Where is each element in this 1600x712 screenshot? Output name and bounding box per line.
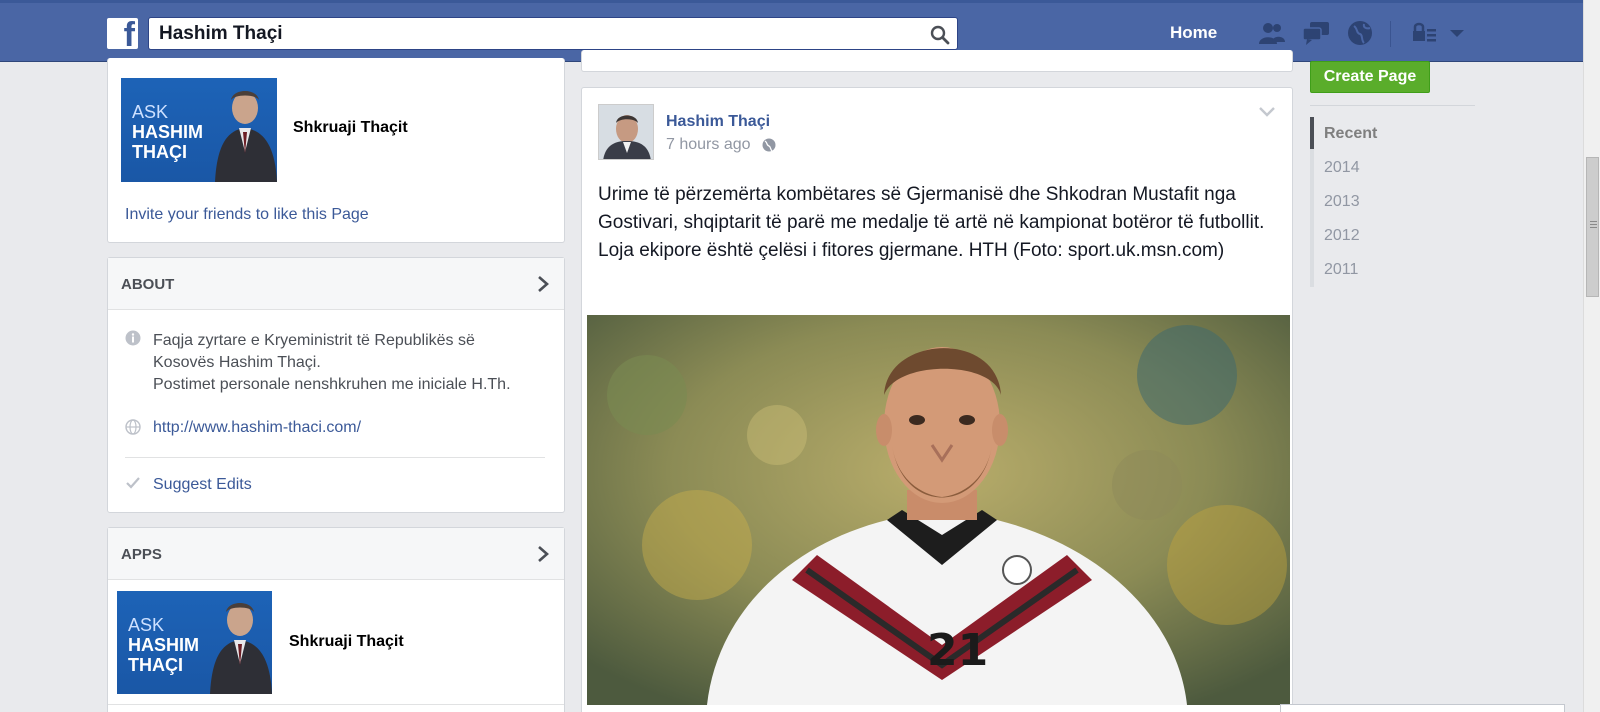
search-icon[interactable] xyxy=(930,25,950,45)
chevron-right-icon[interactable] xyxy=(536,544,550,564)
thumb-name-line2: THAÇI xyxy=(128,655,183,675)
about-header[interactable]: ABOUT xyxy=(108,258,564,310)
thumb-name-line1: HASHIM xyxy=(132,122,203,142)
checkmark-icon xyxy=(126,477,140,489)
apps-divider xyxy=(108,704,564,705)
thumb-name-line2: THAÇI xyxy=(132,142,187,162)
apps-header[interactable]: APPS xyxy=(108,528,564,580)
about-title: ABOUT xyxy=(121,276,175,293)
year-nav-2013[interactable]: 2013 xyxy=(1324,193,1360,211)
privacy-lock-icon[interactable] xyxy=(1410,20,1438,46)
post-photo[interactable]: 21 xyxy=(587,315,1290,705)
about-divider xyxy=(125,457,545,458)
chat-sidebar-edge[interactable] xyxy=(1280,704,1565,712)
post-timestamp[interactable]: 7 hours ago xyxy=(666,136,751,154)
active-year-marker xyxy=(1310,117,1314,149)
window-scrollbar[interactable] xyxy=(1583,0,1600,712)
friend-requests-icon[interactable] xyxy=(1258,20,1286,46)
app-name[interactable]: Shkruaji Thaçit xyxy=(289,633,404,651)
ask-hashim-thaci-thumbnail[interactable]: ASK HASHIM THAÇI xyxy=(121,78,277,182)
audience-globe-icon[interactable] xyxy=(762,138,776,152)
messages-icon[interactable] xyxy=(1302,20,1330,46)
apps-title: APPS xyxy=(121,546,162,563)
invite-friends-link[interactable]: Invite your friends to like this Page xyxy=(125,206,369,224)
website-link[interactable]: http://www.hashim-thaci.com/ xyxy=(153,419,361,437)
right-column-divider xyxy=(1310,105,1475,106)
nav-home-link[interactable]: Home xyxy=(1170,23,1217,43)
post-author-name[interactable]: Hashim Thaçi xyxy=(666,113,770,131)
post-message: Urime të përzemërta kombëtares së Gjerma… xyxy=(598,184,1265,261)
portrait-image xyxy=(215,91,277,182)
page-app-card: ASK HASHIM THAÇI Shkruaji Thaçit Invite … xyxy=(107,58,565,243)
thumb-ask-text: ASK xyxy=(128,615,165,635)
about-card: ABOUT Faqja zyrtare e Kryeministrit të R… xyxy=(107,257,565,513)
globe-icon xyxy=(125,419,141,435)
portrait-image xyxy=(210,603,272,694)
year-nav-2014[interactable]: 2014 xyxy=(1324,159,1360,177)
create-page-button[interactable]: Create Page xyxy=(1310,61,1430,93)
notifications-globe-icon[interactable] xyxy=(1346,20,1374,46)
info-icon xyxy=(125,330,141,346)
chevron-right-icon[interactable] xyxy=(536,274,550,294)
post-author-avatar[interactable] xyxy=(598,104,654,160)
search-bar[interactable]: Hashim Thaçi xyxy=(148,17,958,50)
suggest-edits-link[interactable]: Suggest Edits xyxy=(153,476,252,494)
ask-hashim-thaci-thumbnail[interactable]: ASK HASHIM THAÇI xyxy=(117,591,272,694)
shirt-number-text: 21 xyxy=(927,625,988,676)
previous-post-card xyxy=(581,50,1293,72)
search-input[interactable]: Hashim Thaçi xyxy=(159,23,283,45)
scrollbar-thumb[interactable] xyxy=(1586,157,1599,297)
football-player-photo: 21 xyxy=(587,315,1290,705)
thumb-name-line1: HASHIM xyxy=(128,635,199,655)
about-description-line: Kosovës Hashim Thaçi. xyxy=(153,354,321,371)
app-page-name[interactable]: Shkruaji Thaçit xyxy=(293,119,408,137)
apps-card: APPS ASK HASHIM THAÇI Shkruaji Thaçit xyxy=(107,527,565,712)
about-description-line: Postimet personale nenshkruhen me inicia… xyxy=(153,376,511,393)
thumb-ask-text: ASK xyxy=(132,102,169,122)
year-nav-recent[interactable]: Recent xyxy=(1324,125,1377,143)
about-description-line: Faqja zyrtare e Kryeministrit të Republi… xyxy=(153,332,475,349)
timeline-post: Hashim Thaçi 7 hours ago Urime të përzem… xyxy=(581,87,1293,712)
chevron-down-icon[interactable] xyxy=(1258,106,1276,118)
year-nav-2011[interactable]: 2011 xyxy=(1324,261,1358,279)
facebook-logo[interactable]: f xyxy=(107,18,138,52)
year-nav-2012[interactable]: 2012 xyxy=(1324,227,1360,245)
account-menu-chevron-icon[interactable] xyxy=(1448,20,1466,46)
nav-separator xyxy=(1390,21,1391,47)
